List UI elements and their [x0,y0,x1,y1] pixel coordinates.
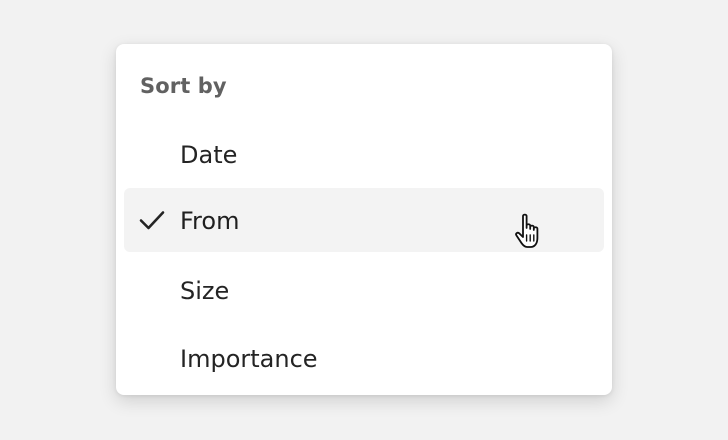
menu-item-from[interactable]: From [124,188,604,252]
menu-item-date[interactable]: Date [124,122,604,186]
menu-item-label: Importance [180,345,318,373]
menu-item-label: Date [180,141,238,169]
menu-item-size[interactable]: Size [124,258,604,322]
menu-item-importance[interactable]: Importance [124,326,604,390]
sort-by-menu: Sort by Date From Size Importance [116,44,612,395]
menu-item-label: From [180,207,240,235]
checkmark-icon [138,207,166,233]
menu-header-sort-by: Sort by [140,74,227,98]
menu-item-label: Size [180,277,230,305]
